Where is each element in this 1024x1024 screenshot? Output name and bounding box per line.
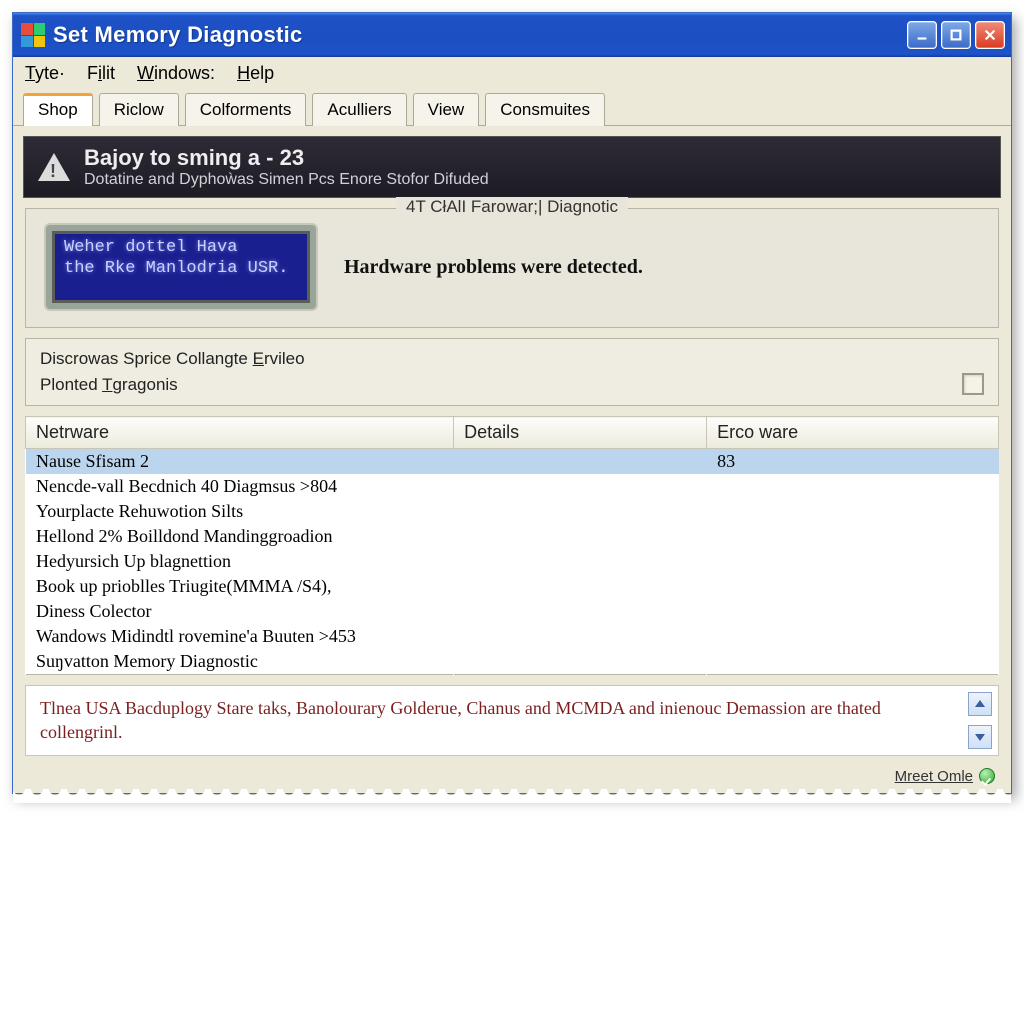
menu-filit[interactable]: Filit bbox=[87, 63, 115, 84]
diagnostic-legend: 4T CłAlI Farowar;| Diagnotic bbox=[396, 197, 628, 217]
options-line-2: Plonted Tgragonis bbox=[40, 375, 305, 395]
app-icon bbox=[21, 23, 45, 47]
table-cell bbox=[707, 524, 999, 549]
app-window: Set Memory Diagnostic Tyte· Filit Window… bbox=[12, 12, 1012, 794]
results-table: Netrware Details Erco ware Nause Sfisam … bbox=[25, 416, 999, 675]
options-checkbox[interactable] bbox=[962, 373, 984, 395]
table-row[interactable]: Diness Colector bbox=[26, 599, 999, 624]
menu-tyte[interactable]: Tyte· bbox=[25, 63, 65, 84]
lcd-display: Weher dottel Hava the Rke Manlodria USR. bbox=[46, 225, 316, 309]
tab-riclow[interactable]: Riclow bbox=[99, 93, 179, 126]
tab-view[interactable]: View bbox=[413, 93, 480, 126]
table-cell bbox=[707, 549, 999, 574]
table-cell bbox=[454, 499, 707, 524]
table-row[interactable]: Suŋvatton Memory Diagnostic bbox=[26, 649, 999, 675]
alert-banner: Bajoy to sming a - 23 Dotatine and Dypho… bbox=[23, 136, 1001, 198]
lcd-line-2: the Rke Manlodria USR. bbox=[64, 258, 298, 279]
table-cell bbox=[454, 474, 707, 499]
table-cell bbox=[454, 599, 707, 624]
table-cell bbox=[454, 649, 707, 675]
table-cell: Suŋvatton Memory Diagnostic bbox=[26, 649, 454, 675]
table-cell bbox=[707, 599, 999, 624]
table-cell bbox=[454, 574, 707, 599]
table-cell: Diness Colector bbox=[26, 599, 454, 624]
scroll-down-button[interactable] bbox=[968, 725, 992, 749]
table-cell bbox=[707, 499, 999, 524]
col-details[interactable]: Details bbox=[454, 417, 707, 449]
lcd-line-1: Weher dottel Hava bbox=[64, 237, 298, 258]
table-cell: 83 bbox=[707, 449, 999, 475]
window-title: Set Memory Diagnostic bbox=[53, 22, 303, 48]
table-row[interactable]: Wandows Midindtl rovemine'a Buuten >453 bbox=[26, 624, 999, 649]
table-cell: Hedyursich Up blagnettion bbox=[26, 549, 454, 574]
results-table-wrap: Netrware Details Erco ware Nause Sfisam … bbox=[13, 416, 1011, 675]
tab-consmuites[interactable]: Consmuites bbox=[485, 93, 605, 126]
table-row[interactable]: Hedyursich Up blagnettion bbox=[26, 549, 999, 574]
col-netrware[interactable]: Netrware bbox=[26, 417, 454, 449]
table-cell: Nencde-vall Becdnich 40 Diagmsus >804 bbox=[26, 474, 454, 499]
table-cell bbox=[707, 574, 999, 599]
menu-windows[interactable]: Windows: bbox=[137, 63, 215, 84]
table-cell bbox=[454, 524, 707, 549]
scroll-up-button[interactable] bbox=[968, 692, 992, 716]
table-cell: Hellond 2% Boilldond Mandinggroadion bbox=[26, 524, 454, 549]
results-tbody: Nause Sfisam 2 83 Nencde-vall Becdnich 40 … bbox=[26, 449, 999, 675]
diagnostic-panel: 4T CłAlI Farowar;| Diagnotic Weher dotte… bbox=[25, 208, 999, 328]
table-cell: Wandows Midindtl rovemine'a Buuten >453 bbox=[26, 624, 454, 649]
menu-help[interactable]: Help bbox=[237, 63, 274, 84]
table-cell bbox=[707, 649, 999, 675]
table-row[interactable]: Nause Sfisam 2 83 bbox=[26, 449, 999, 475]
diagnostic-message: Hardware problems were detected. bbox=[344, 256, 643, 279]
table-cell bbox=[707, 474, 999, 499]
footnote-text: Tlnea USA Bacduplogy Stare taks, Banolou… bbox=[40, 698, 881, 742]
col-ercoware[interactable]: Erco ware bbox=[707, 417, 999, 449]
options-panel: Discrowas Sprice Collangte Ervileo Plont… bbox=[25, 338, 999, 406]
table-cell bbox=[454, 549, 707, 574]
banner-title: Bajoy to sming a - 23 bbox=[84, 145, 489, 171]
statusbar: Mreet Omle bbox=[13, 764, 1011, 793]
close-button[interactable] bbox=[975, 21, 1005, 49]
banner-subtitle: Dotatine and Dyphoẁas Simen Pcs Enore St… bbox=[84, 171, 489, 189]
table-cell bbox=[454, 624, 707, 649]
tab-aculliers[interactable]: Aculliers bbox=[312, 93, 406, 126]
table-row[interactable]: Yourplacte Rehuwotion Silts bbox=[26, 499, 999, 524]
table-cell bbox=[707, 624, 999, 649]
status-text[interactable]: Mreet Omle bbox=[895, 768, 973, 785]
maximize-button[interactable] bbox=[941, 21, 971, 49]
titlebar: Set Memory Diagnostic bbox=[13, 13, 1011, 57]
table-row[interactable]: Book up prioblles Triugite(MMMA /S4), bbox=[26, 574, 999, 599]
table-row[interactable]: Nencde-vall Becdnich 40 Diagmsus >804 bbox=[26, 474, 999, 499]
table-cell: Yourplacte Rehuwotion Silts bbox=[26, 499, 454, 524]
footnote-panel: Tlnea USA Bacduplogy Stare taks, Banolou… bbox=[25, 685, 999, 756]
tab-colforments[interactable]: Colforments bbox=[185, 93, 307, 126]
minimize-button[interactable] bbox=[907, 21, 937, 49]
warning-icon bbox=[38, 153, 70, 181]
tabstrip: Shop Riclow Colforments Aculliers View C… bbox=[13, 92, 1011, 126]
menubar: Tyte· Filit Windows: Help bbox=[13, 57, 1011, 92]
status-ok-icon bbox=[979, 768, 995, 784]
table-cell: Nause Sfisam 2 bbox=[26, 449, 454, 475]
caption-buttons bbox=[907, 21, 1005, 49]
table-cell bbox=[454, 449, 707, 475]
tab-shop[interactable]: Shop bbox=[23, 93, 93, 126]
table-cell: Book up prioblles Triugite(MMMA /S4), bbox=[26, 574, 454, 599]
options-line-1: Discrowas Sprice Collangte Ervileo bbox=[40, 349, 305, 369]
table-row[interactable]: Hellond 2% Boilldond Mandinggroadion bbox=[26, 524, 999, 549]
